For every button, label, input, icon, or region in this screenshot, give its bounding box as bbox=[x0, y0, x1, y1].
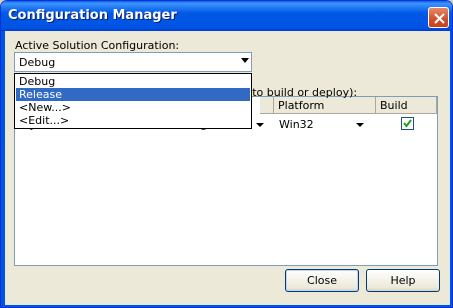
configuration-manager-window: Configuration Manager Active Solution Co… bbox=[0, 0, 453, 308]
project-platform-cell[interactable]: Win32 bbox=[279, 118, 314, 131]
close-icon bbox=[434, 13, 445, 24]
active-config-value: Debug bbox=[19, 56, 56, 69]
dropdown-option-edit[interactable]: <Edit...> bbox=[16, 114, 250, 127]
dropdown-option-debug[interactable]: Debug bbox=[16, 75, 250, 88]
chevron-down-icon bbox=[241, 58, 249, 63]
active-config-label: Active Solution Configuration: bbox=[15, 39, 180, 52]
project-build-checkbox[interactable] bbox=[401, 117, 414, 130]
close-window-button[interactable] bbox=[428, 7, 449, 28]
window-title: Configuration Manager bbox=[8, 8, 177, 23]
title-bar: Configuration Manager bbox=[1, 1, 452, 31]
chevron-down-icon bbox=[356, 123, 364, 127]
help-button[interactable]: Help bbox=[366, 269, 440, 292]
close-button[interactable]: Close bbox=[285, 269, 359, 292]
col-header-build[interactable]: Build bbox=[376, 97, 437, 114]
project-config-dropdown[interactable] bbox=[251, 116, 269, 133]
checkmark-icon bbox=[403, 119, 412, 128]
active-config-combo[interactable]: Debug bbox=[14, 52, 252, 72]
col-header-build-label: Build bbox=[380, 99, 408, 112]
col-header-config-end bbox=[260, 97, 274, 114]
dialog-client: Active Solution Configuration: Platform … bbox=[5, 31, 450, 305]
dropdown-option-new[interactable]: <New...> bbox=[16, 101, 250, 114]
col-header-platform-label: Platform bbox=[278, 99, 325, 112]
col-header-platform[interactable]: Platform bbox=[274, 97, 376, 114]
dropdown-option-release[interactable]: Release bbox=[16, 88, 250, 101]
project-platform-dropdown[interactable] bbox=[351, 116, 369, 133]
chevron-down-icon bbox=[256, 123, 264, 127]
grid-caption: s to build or deploy): bbox=[243, 86, 358, 99]
active-config-dropdown-list: Debug Release <New...> <Edit...> bbox=[14, 73, 252, 129]
